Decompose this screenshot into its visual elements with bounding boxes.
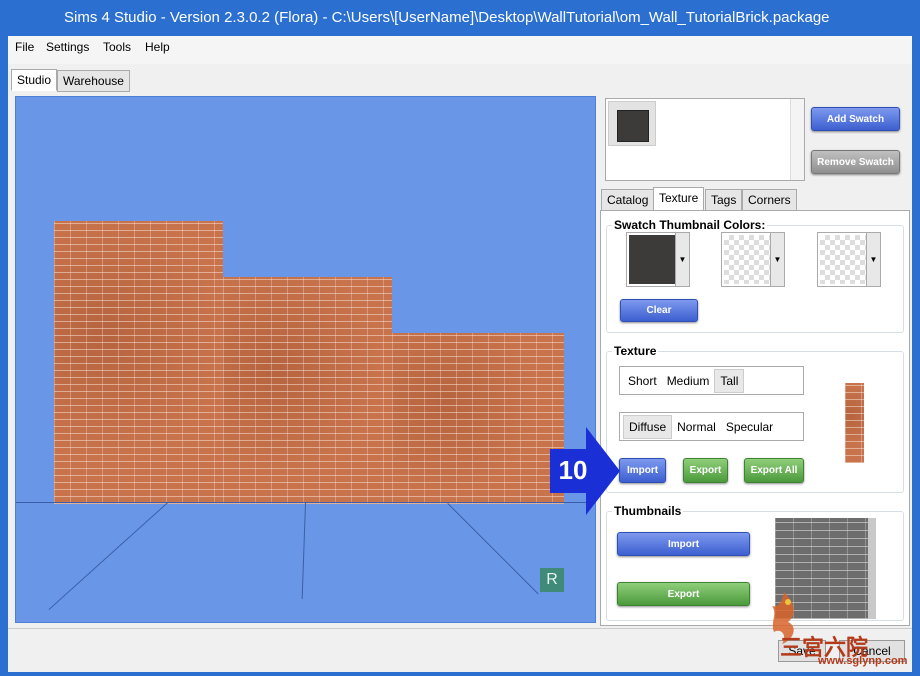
swatch-list[interactable]	[605, 98, 805, 181]
map-diffuse-option[interactable]: Diffuse	[623, 414, 673, 439]
floor-grid-line	[48, 502, 168, 611]
color-preview	[820, 235, 866, 284]
texture-label: Texture	[612, 344, 659, 358]
thumbnail-color-picker-3[interactable]: ▼	[817, 232, 881, 287]
step-number-callout: 10	[558, 455, 588, 485]
chevron-down-icon[interactable]: ▼	[770, 233, 784, 286]
color-preview	[724, 235, 770, 284]
add-swatch-button[interactable]: Add Swatch	[811, 107, 900, 131]
thumbnail-color-picker-1[interactable]: ▼	[626, 232, 690, 287]
thumbnail-color-picker-2[interactable]: ▼	[721, 232, 785, 287]
title-bar: Sims 4 Studio - Version 2.3.0.2 (Flora) …	[0, 0, 920, 36]
texture-preview-image	[845, 383, 864, 463]
remove-swatch-button[interactable]: Remove Swatch	[811, 150, 900, 174]
watermark-url: www.sglynp.com	[818, 655, 908, 667]
menu-tools[interactable]: Tools	[103, 40, 131, 54]
map-specular-option[interactable]: Specular	[721, 416, 778, 438]
preview-viewport[interactable]: R	[15, 96, 596, 623]
clear-colors-button[interactable]: Clear	[620, 299, 698, 322]
thumbnail-export-button[interactable]: Export	[617, 582, 750, 606]
tab-texture[interactable]: Texture	[653, 187, 705, 211]
map-normal-option[interactable]: Normal	[672, 416, 721, 438]
thumbnail-import-button[interactable]: Import	[617, 532, 750, 556]
tab-tags[interactable]: Tags	[705, 189, 743, 211]
size-medium-option[interactable]: Medium	[662, 370, 715, 392]
tab-warehouse[interactable]: Warehouse	[57, 70, 130, 92]
wall-preview-tall	[54, 221, 223, 504]
size-tall-option[interactable]: Tall	[714, 368, 745, 393]
wall-preview-short	[392, 333, 564, 504]
swatch-color-chip	[617, 110, 649, 142]
window-title: Sims 4 Studio - Version 2.3.0.2 (Flora) …	[64, 9, 830, 26]
thumbnail-colors-label: Swatch Thumbnail Colors:	[612, 218, 768, 232]
chevron-down-icon[interactable]: ▼	[866, 233, 880, 286]
texture-export-all-button[interactable]: Export All	[744, 458, 804, 483]
thumbnails-label: Thumbnails	[612, 504, 684, 518]
texture-size-selector: Short Medium Tall	[619, 366, 804, 395]
menu-help[interactable]: Help	[145, 40, 170, 54]
tab-studio[interactable]: Studio	[11, 69, 58, 91]
reset-view-button[interactable]: R	[540, 568, 564, 592]
chevron-down-icon[interactable]: ▼	[675, 233, 689, 286]
texture-map-selector: Diffuse Normal Specular	[619, 412, 804, 441]
wall-preview-medium	[223, 277, 392, 504]
floor-grid-line	[447, 503, 539, 595]
floor-grid-line	[301, 502, 306, 599]
tab-corners[interactable]: Corners	[742, 189, 797, 211]
menu-settings[interactable]: Settings	[46, 40, 89, 54]
menu-file[interactable]: File	[15, 40, 34, 54]
size-short-option[interactable]: Short	[623, 370, 662, 392]
tab-catalog[interactable]: Catalog	[601, 189, 655, 211]
swatch-list-scrollbar[interactable]	[790, 99, 804, 180]
texture-export-button[interactable]: Export	[683, 458, 728, 483]
swatch-item[interactable]	[608, 101, 656, 146]
texture-import-button[interactable]: Import	[619, 458, 666, 483]
color-preview	[629, 235, 675, 284]
menu-bar: File Settings Tools Help	[8, 36, 912, 64]
